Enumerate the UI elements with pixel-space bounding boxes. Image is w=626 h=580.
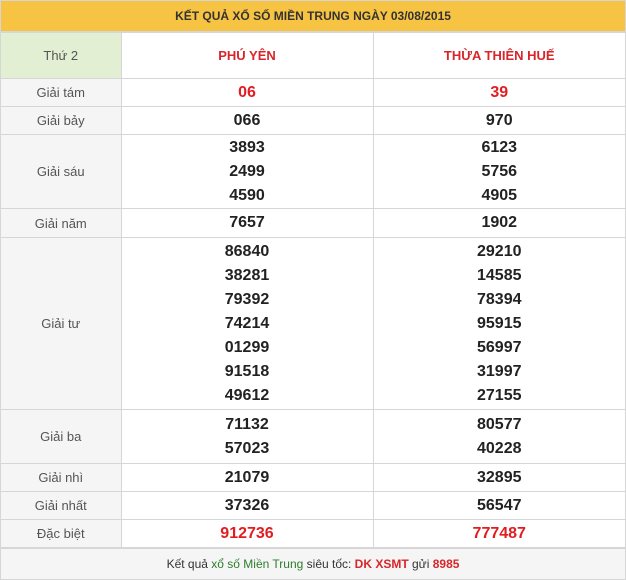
prize-label: Giải nhì: [1, 463, 122, 492]
sms-number: 8985: [432, 557, 460, 571]
day-label: Thứ 2: [1, 32, 122, 79]
table-row: Giải nhì 21079 32895: [1, 463, 625, 492]
table-row: Giải bảy 066 970: [1, 106, 625, 135]
table-row: Giải sáu 3893 2499 4590 6123 5756 4905: [1, 134, 625, 209]
results-table: Thứ 2 PHÚ YÊN THỪA THIÊN HUẾ Giải tám 06…: [1, 32, 625, 548]
prize-number: 39: [490, 83, 509, 101]
prize-cell: 3893 2499 4590: [120, 134, 374, 209]
prize-cell: 1902: [372, 208, 625, 238]
prize-cell: 912736: [120, 519, 374, 548]
prize-number: 5756: [481, 162, 518, 180]
prize-number: 79392: [224, 290, 270, 308]
prize-number: 14585: [477, 266, 522, 284]
prize-number: 970: [485, 111, 513, 129]
footer-prefix: Kết quả: [166, 557, 212, 571]
prize-number: 38281: [224, 266, 270, 284]
prize-number: 71132: [225, 415, 269, 433]
table-row: Giải nhất 37326 56547: [1, 491, 625, 520]
prize-cell: 37326: [120, 491, 374, 520]
prize-number: 37326: [224, 496, 270, 514]
table-row: Giải năm 7657 1902: [1, 208, 625, 238]
prize-cell: 39: [372, 78, 625, 107]
table-header-row: Thứ 2 PHÚ YÊN THỪA THIÊN HUẾ: [1, 32, 625, 79]
prize-label: Giải tám: [1, 78, 122, 107]
prize-cell: 6123 5756 4905: [372, 134, 625, 209]
prize-number: 86840: [224, 242, 270, 260]
prize-number: 29210: [477, 242, 522, 260]
prize-number: 2499: [229, 162, 265, 180]
prize-number: 4905: [481, 186, 518, 204]
prize-number: 3893: [229, 138, 265, 156]
prize-cell: 970: [372, 106, 625, 135]
prize-number: 01299: [224, 338, 270, 356]
footer-middle: siêu tốc:: [303, 557, 355, 571]
promo-footer: Kết quả xổ số Miền Trung siêu tốc: DK XS…: [1, 548, 625, 579]
prize-label: Giải nhất: [1, 491, 122, 520]
table-row: Đặc biệt 912736 777487: [1, 519, 625, 548]
prize-number: 27155: [477, 386, 522, 404]
prize-number: 95915: [477, 314, 522, 332]
prize-number: 57023: [224, 439, 270, 457]
prize-number: 49612: [224, 386, 270, 404]
prize-number: 91518: [224, 362, 270, 380]
special-prize-number: 777487: [472, 524, 526, 542]
table-row: Giải tư 86840 38281 79392 74214 01299 91…: [1, 237, 625, 410]
prize-number: 7657: [229, 214, 265, 231]
prize-cell: 777487: [372, 519, 625, 548]
footer-link[interactable]: xổ số Miền Trung: [211, 557, 303, 571]
province-phu-yen[interactable]: PHÚ YÊN: [120, 32, 374, 79]
prize-cell: 71132 57023: [120, 409, 374, 464]
prize-number: 21079: [224, 468, 270, 486]
prize-cell: 066: [120, 106, 374, 135]
prize-number: 6123: [481, 138, 518, 156]
table-row: Giải tám 06 39: [1, 78, 625, 107]
prize-number: 066: [233, 111, 261, 129]
page-title: KẾT QUẢ XỔ SỐ MIỀN TRUNG NGÀY 03/08/2015: [1, 1, 625, 32]
prize-label: Giải tư: [1, 237, 122, 410]
prize-cell: 06: [120, 78, 374, 107]
prize-number: 56547: [477, 496, 522, 514]
sms-code: DK XSMT: [354, 557, 409, 571]
prize-label: Giải năm: [1, 208, 122, 238]
results-panel: KẾT QUẢ XỔ SỐ MIỀN TRUNG NGÀY 03/08/2015…: [0, 0, 626, 580]
province-thua-thien-hue[interactable]: THỪA THIÊN HUẾ: [372, 32, 625, 79]
prize-number: 40228: [477, 439, 522, 457]
prize-label: Đặc biệt: [1, 519, 122, 548]
prize-label: Giải bảy: [1, 106, 122, 135]
prize-cell: 86840 38281 79392 74214 01299 91518 4961…: [120, 237, 374, 410]
prize-number: 78394: [477, 290, 522, 308]
prize-cell: 21079: [120, 463, 374, 492]
prize-cell: 56547: [372, 491, 625, 520]
table-row: Giải ba 71132 57023 80577 40228: [1, 409, 625, 464]
prize-number: 32895: [477, 468, 522, 486]
prize-number: 80577: [477, 415, 522, 433]
prize-number: 1902: [481, 214, 518, 231]
prize-label: Giải ba: [1, 409, 122, 464]
prize-number: 4590: [229, 186, 265, 204]
prize-cell: 7657: [120, 208, 374, 238]
prize-label: Giải sáu: [1, 134, 122, 209]
footer-send: gửi: [408, 557, 433, 571]
prize-number: 31997: [477, 362, 522, 380]
prize-cell: 80577 40228: [372, 409, 625, 464]
prize-cell: 32895: [372, 463, 625, 492]
prize-number: 56997: [477, 338, 522, 356]
prize-cell: 29210 14585 78394 95915 56997 31997 2715…: [372, 237, 625, 410]
prize-number: 74214: [224, 314, 270, 332]
prize-number: 06: [238, 83, 256, 101]
special-prize-number: 912736: [220, 524, 274, 542]
